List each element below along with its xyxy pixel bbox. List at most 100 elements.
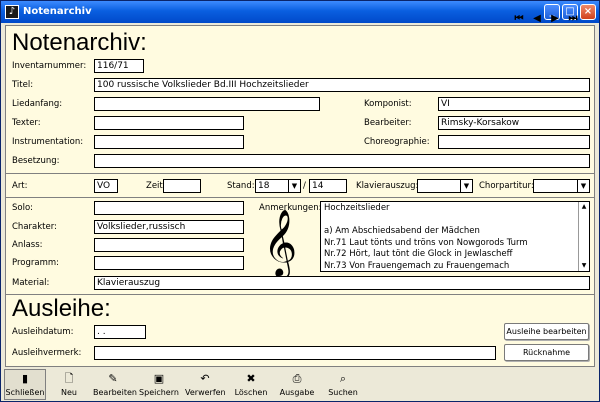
stand-select[interactable]: 18 ▼ xyxy=(255,179,301,193)
toolbar-button-2[interactable]: ✎ Bearbeiten xyxy=(92,369,137,400)
new-document-icon: 🗋 xyxy=(64,372,74,385)
stand-total-field[interactable]: 14 xyxy=(309,179,347,193)
anmerkungen-line: Nr.73 Von Frauengemach zu Frauengemach xyxy=(324,260,510,271)
chevron-down-icon[interactable]: ▼ xyxy=(288,180,300,192)
label-anmerkungen: Anmerkungen: xyxy=(259,203,322,213)
page-title: Notenarchiv: xyxy=(12,29,147,56)
chevron-down-icon[interactable]: ▼ xyxy=(577,180,589,192)
chevron-down-icon[interactable]: ▼ xyxy=(460,180,472,192)
klavierauszug-select[interactable]: ▼ xyxy=(417,179,473,193)
stand-separator: / xyxy=(303,181,306,191)
undo-icon: ↶ xyxy=(200,372,210,385)
label-liedanfang: Liedanfang: xyxy=(12,99,63,109)
toolbar-button-7[interactable]: ⌕ Suchen xyxy=(322,369,364,400)
label-charakter: Charakter: xyxy=(12,222,57,232)
scroll-down-icon[interactable]: ▼ xyxy=(579,261,589,271)
close-button[interactable]: × xyxy=(580,4,596,20)
anmerkungen-line xyxy=(324,215,586,227)
door-icon: ▮ xyxy=(21,372,29,385)
instrumentation-field[interactable] xyxy=(94,135,244,149)
anlass-field[interactable] xyxy=(94,238,244,252)
material-field[interactable]: Klavierauszug xyxy=(94,276,590,290)
toolbar-button-label: Neu xyxy=(61,388,77,397)
label-komponist: Komponist: xyxy=(364,99,412,109)
texter-field[interactable] xyxy=(94,116,244,130)
toolbar-button-label: Löschen xyxy=(234,388,268,397)
toolbar-button-4[interactable]: ↶ Verwerfen xyxy=(184,369,226,400)
inventarnummer-field[interactable]: 116/71 xyxy=(94,59,144,73)
ausleihdatum-field[interactable]: . . xyxy=(94,325,146,339)
label-klavierauszug: Klavierauszug: xyxy=(356,181,419,191)
print-icon: ⎙ xyxy=(292,372,302,385)
label-material: Material: xyxy=(12,278,50,288)
last-record-button[interactable]: ⏭ xyxy=(567,12,579,26)
label-titel: Titel: xyxy=(12,80,34,90)
solo-field[interactable] xyxy=(94,201,244,215)
toolbar-button-1[interactable]: 🗋 Neu xyxy=(48,369,90,400)
titel-field[interactable]: 100 russische Volkslieder Bd.III Hochzei… xyxy=(94,78,590,92)
programm-field[interactable] xyxy=(94,256,244,270)
divider xyxy=(6,173,594,174)
next-record-button[interactable]: ▶ xyxy=(549,12,561,26)
toolbar-button-5[interactable]: ✖ Löschen xyxy=(230,369,272,400)
label-art: Art: xyxy=(12,181,28,191)
anmerkungen-line: Hochzeitslieder xyxy=(324,203,390,213)
label-ausleihvermerk: Ausleihvermerk: xyxy=(12,348,82,358)
label-stand: Stand: xyxy=(227,181,255,191)
ausleihvermerk-field[interactable] xyxy=(94,346,496,360)
search-icon: ⌕ xyxy=(339,372,347,385)
music-note-icon: ♪ xyxy=(5,5,19,19)
app-window: ♪ Notenarchiv _ □ × Notenarchiv: Inventa… xyxy=(0,0,600,402)
treble-clef-icon: 𝄞 xyxy=(263,208,298,276)
komponist-field[interactable]: VI xyxy=(438,97,590,111)
anmerkungen-scrollbar[interactable]: ▲ ▼ xyxy=(578,202,589,271)
besetzung-field[interactable] xyxy=(94,154,590,168)
label-bearbeiter: Bearbeiter: xyxy=(364,118,412,128)
label-inventarnummer: Inventarnummer: xyxy=(12,61,87,71)
label-anlass: Anlass: xyxy=(12,240,43,250)
toolbar-button-6[interactable]: ⎙ Ausgabe xyxy=(276,369,318,400)
toolbar-button-label: Bearbeiten xyxy=(93,388,137,397)
edit-icon: ✎ xyxy=(108,372,118,385)
label-ausleihdatum: Ausleihdatum: xyxy=(12,327,74,337)
scroll-up-icon[interactable]: ▲ xyxy=(579,202,589,212)
toolbar-button-label: Schließen xyxy=(5,388,45,397)
label-chorpartitur: Chorpartitur: xyxy=(479,181,534,191)
choreographie-field[interactable] xyxy=(438,135,590,149)
stand-value: 18 xyxy=(258,181,270,191)
art-field[interactable]: VO xyxy=(94,179,118,193)
anmerkungen-line: Nr.72 Hört, laut tönt die Glock in Jewla… xyxy=(324,249,513,259)
anmerkungen-line: Nr.71 Laut tönts und tröns von Nowgorods… xyxy=(324,237,528,248)
record-form: Notenarchiv: Inventarnummer: 116/71 Tite… xyxy=(5,25,595,367)
chorpartitur-select[interactable]: ▼ xyxy=(533,179,590,193)
charakter-field[interactable]: Volkslieder,russisch xyxy=(94,220,244,234)
delete-icon: ✖ xyxy=(246,372,256,385)
toolbar-button-0[interactable]: ▮ Schließen xyxy=(4,369,46,400)
divider xyxy=(6,197,594,198)
label-solo: Solo: xyxy=(12,203,34,213)
toolbar-button-label: Ausgabe xyxy=(279,388,315,397)
first-record-button[interactable]: ⏮ xyxy=(513,12,525,26)
anmerkungen-textarea[interactable]: Hochzeitslieder a) Am Abschiedsabend der… xyxy=(320,201,590,272)
toolbar-button-label: Speichern xyxy=(139,388,179,397)
toolbar: ▮ Schließen 🗋 Neu ✎ Bearbeiten ▣ Speichern ↶ Verw… xyxy=(1,369,599,402)
window-title: Notenarchiv xyxy=(23,6,92,17)
title-bar[interactable]: ♪ Notenarchiv _ □ × xyxy=(1,1,599,23)
toolbar-button-label: Verwerfen xyxy=(185,388,226,397)
prev-record-button[interactable]: ◀ xyxy=(531,12,543,26)
label-choreographie: Choreographie: xyxy=(364,137,430,147)
zeit-field[interactable] xyxy=(163,179,201,193)
bearbeiter-field[interactable]: Rimsky-Korsakow xyxy=(438,116,590,130)
label-instrumentation: Instrumentation: xyxy=(12,137,84,147)
toolbar-button-label: Suchen xyxy=(328,388,358,397)
anmerkungen-line: a) Am Abschiedsabend der Mädchen xyxy=(324,226,480,236)
save-icon: ▣ xyxy=(153,372,165,385)
toolbar-button-3[interactable]: ▣ Speichern xyxy=(138,369,180,400)
liedanfang-field[interactable] xyxy=(94,97,320,111)
ruecknahme-button[interactable]: Rücknahme xyxy=(504,344,589,361)
label-programm: Programm: xyxy=(12,258,60,268)
ausleihe-title: Ausleihe: xyxy=(12,295,111,322)
label-besetzung: Besetzung: xyxy=(12,156,60,166)
ausleihe-bearbeiten-button[interactable]: Ausleihe bearbeiten xyxy=(504,323,589,340)
label-texter: Texter: xyxy=(12,118,41,128)
